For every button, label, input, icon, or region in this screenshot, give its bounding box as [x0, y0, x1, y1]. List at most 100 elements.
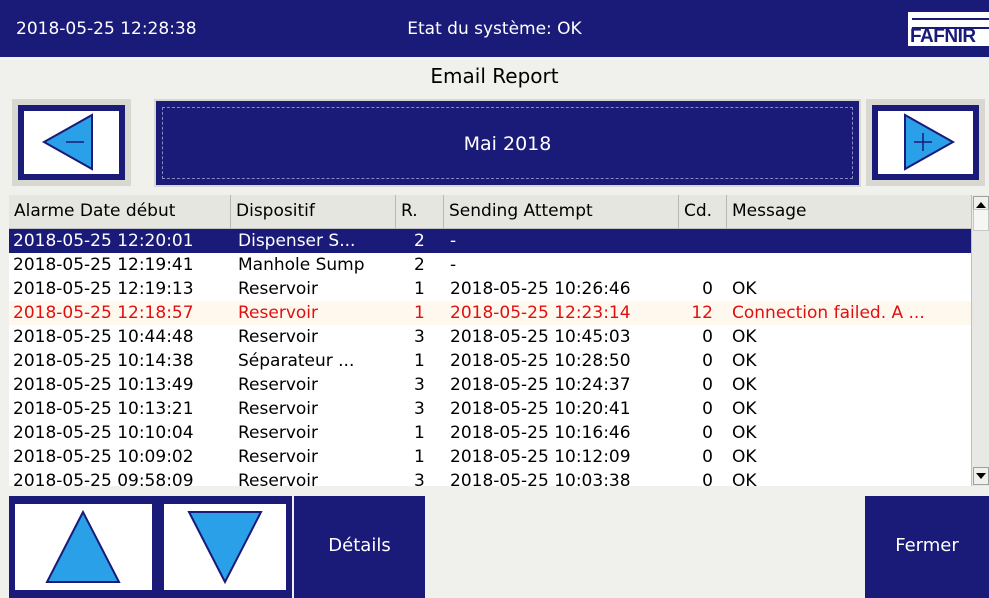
- table-row[interactable]: 2018-05-25 12:19:13 Reservoir 1 2018-05-25 …: [9, 277, 971, 301]
- prev-month-button-face: [24, 111, 119, 174]
- month-display: Mai 2018: [154, 99, 861, 187]
- cell-cd: 0: [702, 399, 713, 419]
- cell-cd: 0: [702, 327, 713, 347]
- cell-cd: 0: [702, 279, 713, 299]
- table-row[interactable]: 2018-05-25 10:13:21 Reservoir 3 2018-05-25 …: [9, 397, 971, 421]
- cell-r: 3: [414, 471, 425, 486]
- cell-r: 1: [414, 447, 425, 467]
- cell-date: 2018-05-25 12:19:13: [13, 279, 194, 299]
- cell-device: Reservoir: [238, 423, 318, 443]
- col-header-sending[interactable]: Sending Attempt: [444, 195, 679, 228]
- cell-r: 1: [414, 351, 425, 371]
- cell-device: Reservoir: [238, 279, 318, 299]
- email-report-table[interactable]: Alarme Date début Dispositif R. Sending …: [9, 195, 989, 486]
- vertical-scrollbar[interactable]: [971, 195, 989, 486]
- cell-device: Reservoir: [238, 447, 318, 467]
- scroll-thumb[interactable]: [973, 209, 989, 231]
- cell-sent: 2018-05-25 10:45:03: [450, 327, 631, 347]
- cell-msg: OK: [732, 423, 757, 443]
- arrow-right-icon: [904, 113, 956, 171]
- scroll-down-button-face: [164, 504, 286, 590]
- scroll-down-button[interactable]: [158, 496, 292, 598]
- page-title: Email Report: [430, 64, 559, 88]
- next-month-button[interactable]: [866, 99, 985, 186]
- arrow-up-icon: [45, 509, 121, 583]
- scroll-up-button[interactable]: [9, 496, 158, 598]
- cell-msg: OK: [732, 447, 757, 467]
- cell-msg: OK: [732, 279, 757, 299]
- cell-date: 2018-05-25 10:10:04: [13, 423, 194, 443]
- cell-msg: OK: [732, 471, 757, 486]
- cell-cd: 0: [702, 351, 713, 371]
- cell-device: Reservoir: [238, 399, 318, 419]
- arrow-left-icon: [41, 113, 93, 171]
- cell-r: 3: [414, 375, 425, 395]
- table-row[interactable]: 2018-05-25 10:14:38 Séparateur ... 1 2018-0…: [9, 349, 971, 373]
- cell-sent: 2018-05-25 10:28:50: [450, 351, 631, 371]
- cell-sent: -: [450, 231, 457, 251]
- cell-date: 2018-05-25 10:44:48: [13, 327, 194, 347]
- cell-r: 1: [414, 423, 425, 443]
- arrow-down-icon: [187, 511, 263, 585]
- cell-cd: 0: [702, 375, 713, 395]
- cell-device: Reservoir: [238, 375, 318, 395]
- table-row[interactable]: 2018-05-25 10:13:49 Reservoir 3 2018-05-25 …: [9, 373, 971, 397]
- col-header-r[interactable]: R.: [396, 195, 444, 228]
- cell-date: 2018-05-25 10:09:02: [13, 447, 194, 467]
- cell-sent: -: [450, 255, 457, 275]
- col-header-cd[interactable]: Cd.: [679, 195, 727, 228]
- close-button[interactable]: Fermer: [865, 496, 989, 598]
- fafnir-logo: FAFNIR: [908, 12, 989, 47]
- cell-msg: OK: [732, 351, 757, 371]
- close-button-label: Fermer: [895, 535, 959, 556]
- table-row[interactable]: 2018-05-25 12:18:57 Reservoir 1 2018-05-25 …: [9, 301, 971, 325]
- cell-date: 2018-05-25 12:20:01: [13, 231, 194, 251]
- cell-sent: 2018-05-25 10:12:09: [450, 447, 631, 467]
- cell-sent: 2018-05-25 10:03:38: [450, 471, 631, 486]
- cell-sent: 2018-05-25 10:20:41: [450, 399, 631, 419]
- cell-sent: 2018-05-25 12:23:14: [450, 303, 631, 323]
- cell-device: Reservoir: [238, 327, 318, 347]
- scroll-down-icon[interactable]: [973, 467, 989, 485]
- cell-date: 2018-05-25 09:58:09: [13, 471, 194, 486]
- cell-cd: 0: [702, 423, 713, 443]
- cell-cd: 12: [691, 303, 713, 323]
- col-header-message[interactable]: Message: [727, 195, 971, 228]
- cell-device: Séparateur ...: [238, 351, 355, 371]
- details-button[interactable]: Détails: [294, 496, 425, 598]
- cell-r: 2: [414, 255, 425, 275]
- cell-r: 2: [414, 231, 425, 251]
- col-header-device[interactable]: Dispositif: [231, 195, 396, 228]
- prev-month-button[interactable]: [12, 99, 131, 186]
- cell-r: 3: [414, 399, 425, 419]
- logo-text: FAFNIR: [910, 26, 976, 47]
- top-bar: 2018-05-25 12:28:38 Etat du système: OK …: [0, 0, 989, 57]
- details-button-label: Détails: [328, 535, 391, 556]
- cell-sent: 2018-05-25 10:16:46: [450, 423, 631, 443]
- table-row[interactable]: 2018-05-25 12:20:01 Dispenser S... 2 -: [9, 229, 971, 253]
- table-row[interactable]: 2018-05-25 10:10:04 Reservoir 1 2018-05-25 …: [9, 421, 971, 445]
- month-label: Mai 2018: [463, 133, 552, 155]
- cell-sent: 2018-05-25 10:26:46: [450, 279, 631, 299]
- cell-date: 2018-05-25 10:13:49: [13, 375, 194, 395]
- cell-r: 1: [414, 303, 425, 323]
- cell-r: 1: [414, 279, 425, 299]
- scroll-up-button-face: [15, 504, 152, 590]
- table-row[interactable]: 2018-05-25 12:19:41 Manhole Sump 2 -: [9, 253, 971, 277]
- col-header-date[interactable]: Alarme Date début: [9, 195, 231, 228]
- table-header: Alarme Date début Dispositif R. Sending …: [9, 195, 971, 229]
- cell-date: 2018-05-25 12:19:41: [13, 255, 194, 275]
- cell-date: 2018-05-25 12:18:57: [13, 303, 194, 323]
- cell-sent: 2018-05-25 10:24:37: [450, 375, 631, 395]
- cell-device: Reservoir: [238, 303, 318, 323]
- table-row[interactable]: 2018-05-25 09:58:09 Reservoir 3 2018-05-25 …: [9, 469, 971, 486]
- cell-msg: OK: [732, 375, 757, 395]
- cell-msg: OK: [732, 399, 757, 419]
- cell-device: Manhole Sump: [238, 255, 365, 275]
- table-row[interactable]: 2018-05-25 10:09:02 Reservoir 1 2018-05-25 …: [9, 445, 971, 469]
- system-status: Etat du système: OK: [407, 19, 582, 39]
- cell-msg: Connection failed. A ...: [732, 303, 925, 323]
- cell-device: Dispenser S...: [238, 231, 356, 251]
- cell-device: Reservoir: [238, 471, 318, 486]
- table-row[interactable]: 2018-05-25 10:44:48 Reservoir 3 2018-05-25 …: [9, 325, 971, 349]
